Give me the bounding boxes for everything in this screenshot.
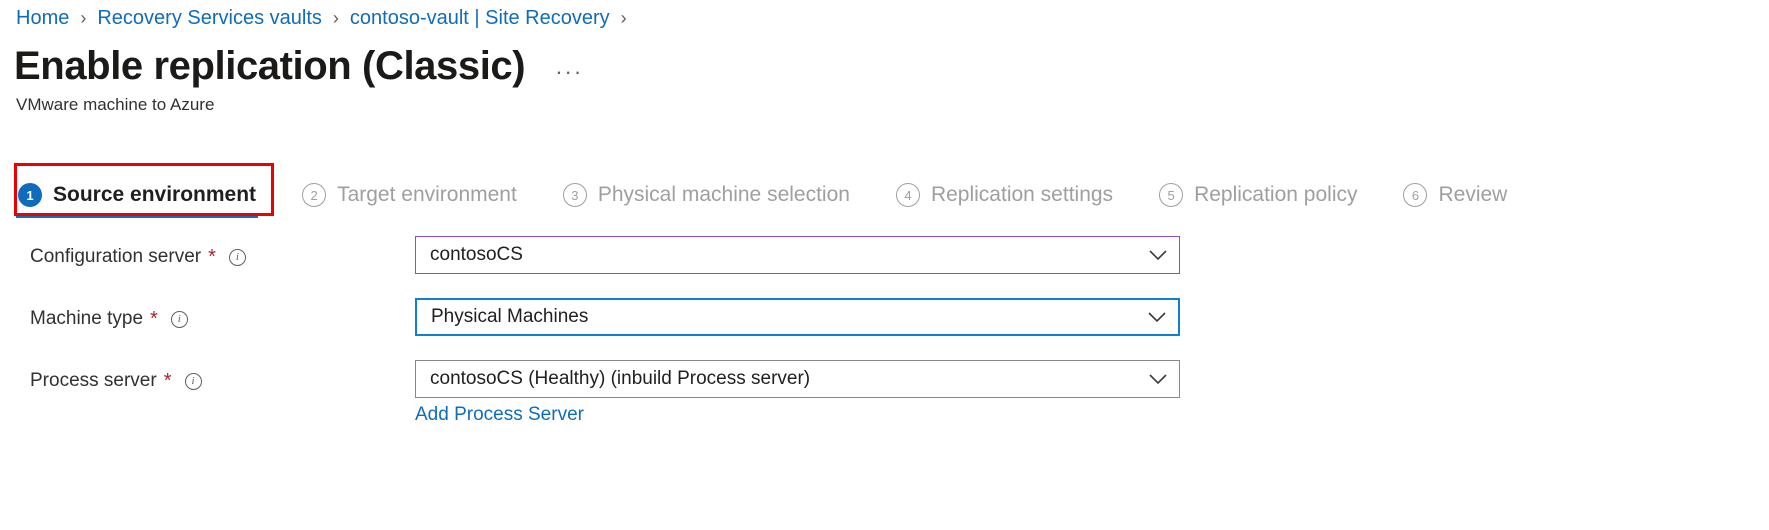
step-number-badge: 2 (302, 183, 326, 207)
info-icon[interactable]: i (229, 249, 246, 266)
page-header: Enable replication (Classic) ··· (14, 42, 583, 90)
dropdown-configuration-server[interactable]: contosoCS (415, 236, 1180, 274)
tab-label: Replication policy (1194, 183, 1357, 207)
dropdown-value: Physical Machines (417, 306, 1136, 328)
dropdown-value: contosoCS (Healthy) (inbuild Process ser… (416, 368, 1137, 390)
breadcrumb-separator-icon: › (80, 8, 86, 29)
chevron-down-icon[interactable] (1137, 237, 1179, 273)
info-icon[interactable]: i (171, 311, 188, 328)
tab-physical-machine-selection[interactable]: 3 Physical machine selection (561, 172, 852, 218)
tab-label: Source environment (53, 183, 256, 207)
dropdown-value: contosoCS (416, 244, 1137, 266)
add-process-server-link[interactable]: Add Process Server (415, 404, 584, 426)
step-number-badge: 3 (563, 183, 587, 207)
form-row-machine-type: Machine type * i Physical Machines (0, 298, 1769, 360)
step-number-badge: 6 (1403, 183, 1427, 207)
tab-replication-policy[interactable]: 5 Replication policy (1157, 172, 1359, 218)
wizard-step-tabs: 1 Source environment 2 Target environmen… (16, 170, 1509, 218)
breadcrumb-separator-icon: › (621, 8, 627, 29)
breadcrumb-separator-icon: › (333, 8, 339, 29)
form-row-process-server: Process server * i contosoCS (Healthy) (… (0, 360, 1769, 422)
field-label-text: Configuration server (30, 246, 201, 268)
field-label-text: Process server (30, 370, 157, 392)
tab-review[interactable]: 6 Review (1401, 172, 1509, 218)
source-environment-form: Configuration server * i contosoCS Machi… (0, 236, 1769, 422)
info-icon[interactable]: i (185, 373, 202, 390)
step-number-badge: 4 (896, 183, 920, 207)
tab-source-environment[interactable]: 1 Source environment (16, 172, 258, 218)
tab-replication-settings[interactable]: 4 Replication settings (894, 172, 1115, 218)
field-label-text: Machine type (30, 308, 143, 330)
breadcrumb: Home › Recovery Services vaults › contos… (16, 4, 638, 32)
required-asterisk: * (150, 310, 158, 329)
breadcrumb-item-home[interactable]: Home (16, 7, 69, 30)
tab-label: Replication settings (931, 183, 1113, 207)
step-number-badge: 5 (1159, 183, 1183, 207)
chevron-down-icon[interactable] (1137, 361, 1179, 397)
page-subtitle: VMware machine to Azure (16, 95, 214, 115)
step-number-badge: 1 (18, 183, 42, 207)
form-row-configuration-server: Configuration server * i contosoCS (0, 236, 1769, 298)
more-options-button[interactable]: ··· (555, 63, 583, 81)
chevron-down-icon[interactable] (1136, 300, 1178, 334)
required-asterisk: * (208, 248, 216, 267)
tab-label: Review (1438, 183, 1507, 207)
breadcrumb-item-recovery-services-vaults[interactable]: Recovery Services vaults (97, 7, 322, 30)
dropdown-process-server[interactable]: contosoCS (Healthy) (inbuild Process ser… (415, 360, 1180, 398)
tab-label: Physical machine selection (598, 183, 850, 207)
label-machine-type: Machine type * i (30, 308, 188, 330)
tab-label: Target environment (337, 183, 517, 207)
tab-target-environment[interactable]: 2 Target environment (300, 172, 519, 218)
label-process-server: Process server * i (30, 370, 202, 392)
label-configuration-server: Configuration server * i (30, 246, 246, 268)
required-asterisk: * (164, 372, 172, 391)
page-title: Enable replication (Classic) (14, 42, 525, 90)
dropdown-machine-type[interactable]: Physical Machines (415, 298, 1180, 336)
breadcrumb-item-contoso-vault-site-recovery[interactable]: contoso-vault | Site Recovery (350, 7, 610, 30)
